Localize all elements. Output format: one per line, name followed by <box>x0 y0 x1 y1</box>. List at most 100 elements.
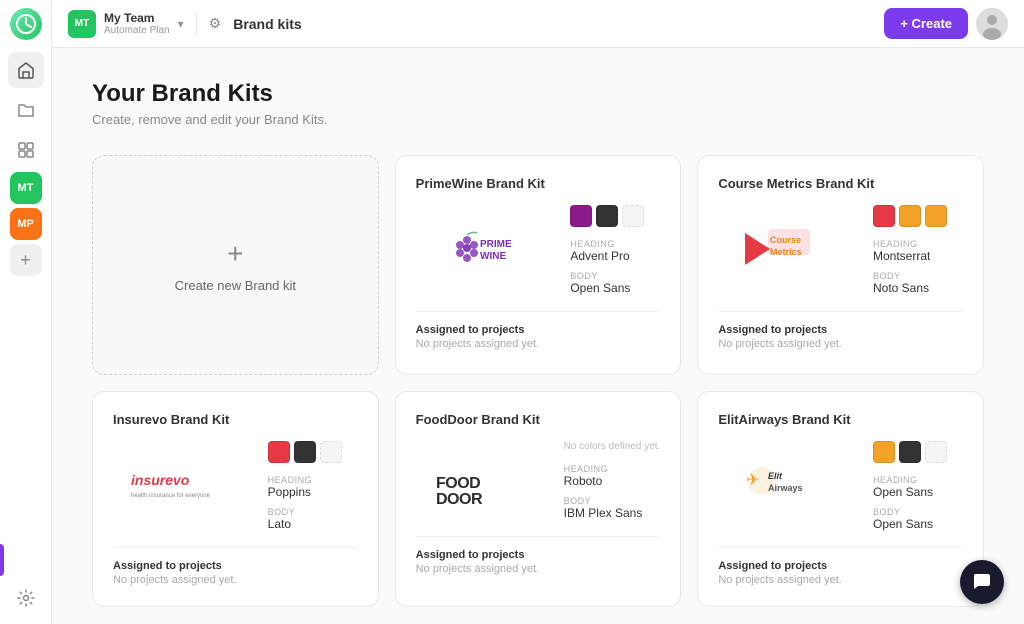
color-swatches-insurevo <box>268 441 358 463</box>
brand-kit-preview-elitairways: ✈ Elit Airways HEADING Op <box>718 441 963 531</box>
svg-text:FOOD: FOOD <box>436 475 480 492</box>
heading-font-group-ea: HEADING Open Sans <box>873 475 963 499</box>
assigned-label-cm: Assigned to projects <box>718 324 963 336</box>
color-swatch-ins-2 <box>294 441 316 463</box>
brand-kit-title-primewine: PrimeWine Brand Kit <box>416 176 661 191</box>
user-avatar[interactable] <box>976 8 1008 40</box>
main-container: MT My Team Automate Plan ▾ ⚙ Brand kits … <box>52 0 1024 624</box>
sidebar-active-indicator <box>0 544 4 576</box>
body-font-ins: Lato <box>268 517 358 531</box>
brand-info-fooddoor: No colors defined yet. HEADING Roboto BO… <box>564 441 661 520</box>
body-label-ea: BODY <box>873 507 963 517</box>
heading-label-primewine: HEADING <box>570 239 660 249</box>
page-title: Your Brand Kits <box>92 80 984 108</box>
svg-text:Course: Course <box>770 235 801 245</box>
app-logo[interactable] <box>10 8 42 40</box>
heading-label-fd: HEADING <box>564 464 661 474</box>
assigned-value-cm: No projects assigned yet. <box>718 338 963 350</box>
brand-kit-title-elitairways: ElitAirways Brand Kit <box>718 412 963 427</box>
sidebar: MT MP + <box>0 0 52 624</box>
assigned-value-ea: No projects assigned yet. <box>718 574 963 586</box>
body-label-primewine: BODY <box>570 271 660 281</box>
brand-kit-card-primewine[interactable]: PrimeWine Brand Kit <box>395 155 682 375</box>
brand-kit-title-fooddoor: FoodDoor Brand Kit <box>416 412 661 427</box>
brand-kit-title-insurevo: Insurevo Brand Kit <box>113 412 358 427</box>
page-settings-icon: ⚙ <box>209 15 222 32</box>
sidebar-settings-icon[interactable] <box>8 580 44 616</box>
heading-font-ea: Open Sans <box>873 485 963 499</box>
body-font-group-ins: BODY Lato <box>268 507 358 531</box>
create-button[interactable]: + Create <box>884 8 968 39</box>
brand-info-primewine: HEADING Advent Pro BODY Open Sans <box>570 205 660 295</box>
assigned-label-ins: Assigned to projects <box>113 560 358 572</box>
body-font-group-cm: BODY Noto Sans <box>873 271 963 295</box>
topbar-right: + Create <box>884 8 1008 40</box>
assigned-section-ea: Assigned to projects No projects assigne… <box>718 547 963 586</box>
brand-grid: + Create new Brand kit PrimeWine Brand K… <box>92 155 984 607</box>
sidebar-item-home[interactable] <box>8 52 44 88</box>
heading-font-group: HEADING Advent Pro <box>570 239 660 263</box>
brand-info-insurevo: HEADING Poppins BODY Lato <box>268 441 358 531</box>
svg-text:health insurance for everyone: health insurance for everyone <box>131 493 211 499</box>
body-font-ea: Open Sans <box>873 517 963 531</box>
brand-logo-fooddoor: FOOD DOOR <box>416 441 552 520</box>
color-swatch-cm-2 <box>899 205 921 227</box>
assigned-section-primewine: Assigned to projects No projects assigne… <box>416 311 661 350</box>
svg-text:Elit: Elit <box>768 471 783 481</box>
sidebar-item-folder[interactable] <box>8 92 44 128</box>
heading-font-ins: Poppins <box>268 485 358 499</box>
color-swatch-ea-1 <box>873 441 895 463</box>
heading-font-primewine: Advent Pro <box>570 249 660 263</box>
assigned-value-fd: No projects assigned yet. <box>416 563 661 575</box>
assigned-label-fd: Assigned to projects <box>416 549 661 561</box>
assigned-section-ins: Assigned to projects No projects assigne… <box>113 547 358 586</box>
heading-font-fd: Roboto <box>564 474 661 488</box>
brand-kit-card-insurevo[interactable]: Insurevo Brand Kit insurevo health insur… <box>92 391 379 607</box>
brand-logo-elitairways: ✈ Elit Airways <box>718 441 861 531</box>
color-swatch-cm-1 <box>873 205 895 227</box>
sidebar-avatar-mt[interactable]: MT <box>10 172 42 204</box>
team-selector[interactable]: MT My Team Automate Plan ▾ <box>68 10 184 38</box>
create-new-label: Create new Brand kit <box>175 278 296 293</box>
assigned-section-fd: Assigned to projects No projects assigne… <box>416 536 661 575</box>
brand-info-elitairways: HEADING Open Sans BODY Open Sans <box>873 441 963 531</box>
page-subtitle: Create, remove and edit your Brand Kits. <box>92 112 984 127</box>
sidebar-bottom <box>8 544 44 616</box>
body-font-group: BODY Open Sans <box>570 271 660 295</box>
sidebar-add-workspace[interactable]: + <box>10 244 42 276</box>
team-plan: Automate Plan <box>104 25 170 36</box>
brand-kit-preview-primewine: PRIME WINE HEADING Advent Pro <box>416 205 661 295</box>
team-name: My Team <box>104 11 170 25</box>
color-swatch-3 <box>622 205 644 227</box>
brand-logo-coursemetrics: Course Metrics <box>718 205 861 295</box>
color-swatch-ins-3 <box>320 441 342 463</box>
svg-text:DOOR: DOOR <box>436 491 483 506</box>
heading-label-cm: HEADING <box>873 239 963 249</box>
sidebar-avatar-mp[interactable]: MP <box>10 208 42 240</box>
body-font-group-ea: BODY Open Sans <box>873 507 963 531</box>
svg-text:WINE: WINE <box>480 251 506 262</box>
body-label-cm: BODY <box>873 271 963 281</box>
svg-text:insurevo: insurevo <box>131 472 190 488</box>
heading-font-group-ins: HEADING Poppins <box>268 475 358 499</box>
body-font-group-fd: BODY IBM Plex Sans <box>564 496 661 520</box>
assigned-value-primewine: No projects assigned yet. <box>416 338 661 350</box>
heading-font-group-cm: HEADING Montserrat <box>873 239 963 263</box>
sidebar-item-grid[interactable] <box>8 132 44 168</box>
color-swatch-1 <box>570 205 592 227</box>
heading-label-ins: HEADING <box>268 475 358 485</box>
heading-label-ea: HEADING <box>873 475 963 485</box>
brand-kit-title-coursemetrics: Course Metrics Brand Kit <box>718 176 963 191</box>
svg-text:PRIME: PRIME <box>480 239 512 250</box>
brand-kit-card-elitairways[interactable]: ElitAirways Brand Kit ✈ Elit Airways <box>697 391 984 607</box>
color-swatches-primewine <box>570 205 660 227</box>
color-swatch-ea-3 <box>925 441 947 463</box>
brand-kit-card-coursemetrics[interactable]: Course Metrics Brand Kit Course Metrics <box>697 155 984 375</box>
brand-kit-card-fooddoor[interactable]: FoodDoor Brand Kit FOOD DOOR No colors d… <box>395 391 682 607</box>
create-new-brand-kit-card[interactable]: + Create new Brand kit <box>92 155 379 375</box>
team-info: My Team Automate Plan <box>104 11 170 36</box>
color-swatches-coursemetrics <box>873 205 963 227</box>
chat-button[interactable] <box>960 560 1004 604</box>
color-swatch-2 <box>596 205 618 227</box>
body-label-fd: BODY <box>564 496 661 506</box>
